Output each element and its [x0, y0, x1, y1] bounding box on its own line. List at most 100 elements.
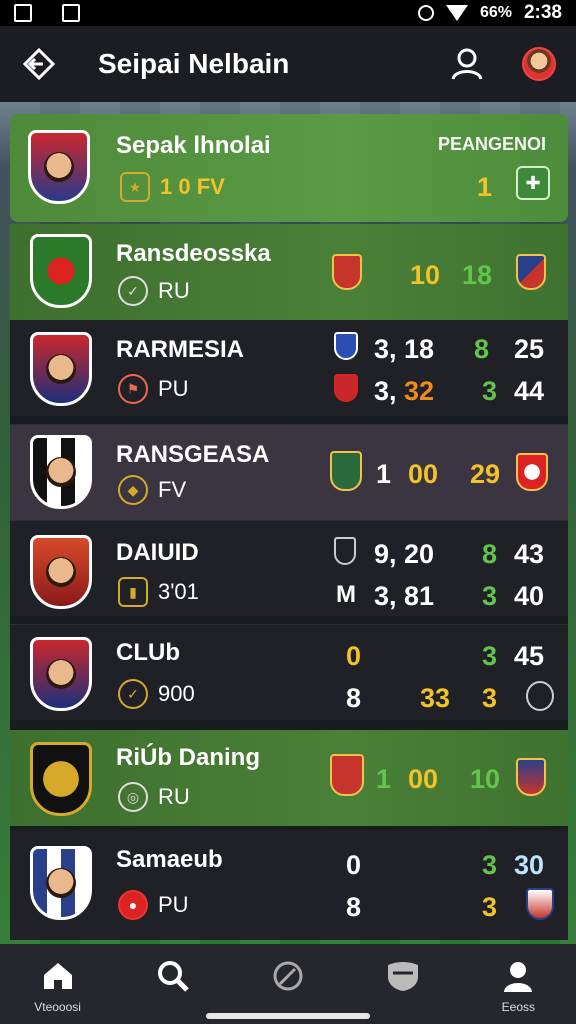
- search-icon: [155, 958, 191, 994]
- back-icon[interactable]: [20, 45, 58, 83]
- nav-matches[interactable]: [243, 958, 333, 1014]
- check-icon: ✓: [118, 679, 148, 709]
- ball-icon: ●: [118, 890, 148, 920]
- stat-value: 3: [482, 581, 498, 611]
- ball-icon: [270, 958, 306, 994]
- user-icon[interactable]: [448, 45, 486, 83]
- stat-value: 3, 81: [374, 581, 435, 611]
- team-sub: ▮ 3'01: [118, 577, 199, 607]
- opponent-crest: [334, 537, 356, 565]
- stat-value: 8: [346, 683, 362, 713]
- page-title: Seipai Nelbain: [98, 48, 290, 79]
- stat-value: 1: [376, 764, 392, 794]
- team-sub-label: RU: [158, 278, 190, 303]
- stat-value: 29: [470, 459, 501, 489]
- team-name: CLUb: [116, 639, 180, 666]
- team-sub: ⚑ PU: [118, 374, 189, 404]
- app-notification-icon: [14, 4, 32, 22]
- stat-value: 8: [346, 892, 362, 922]
- list-item[interactable]: Samaeub ● PU 0 3 30 8 3: [10, 830, 568, 940]
- stat-value: 40: [514, 581, 545, 611]
- list-item[interactable]: RiÚb Daning ◎ RU 1 00 10: [10, 730, 568, 826]
- stat-value: 10: [470, 764, 501, 794]
- nav-clubs[interactable]: [358, 958, 448, 1014]
- team-sub: ✓ RU: [118, 276, 190, 306]
- bottom-nav: Vteooosi Eeoss: [0, 944, 576, 1024]
- nav-profile[interactable]: Eeoss: [473, 958, 563, 1014]
- stat-value: 3: [482, 892, 498, 922]
- shield-icon: [385, 958, 421, 994]
- opponent-crest: [526, 888, 554, 920]
- featured-team-card[interactable]: Sepak lhnolai ★ 1 0 FV PEANGENOI 1 ✚: [10, 114, 568, 222]
- stat-prefix: M: [336, 581, 356, 608]
- team-crest: [30, 846, 92, 920]
- team-crest: [30, 332, 92, 406]
- list-item[interactable]: RANSGEASA ◆ FV 1 00 29: [10, 424, 568, 520]
- opponent-crest: [516, 453, 548, 491]
- flag-icon: ⚑: [118, 374, 148, 404]
- team-crest: [30, 637, 92, 711]
- list-item[interactable]: RARMESIA ⚑ PU 3, 18 8 25 3, 32 3 44: [10, 320, 568, 416]
- shield-icon: ◆: [118, 475, 148, 505]
- stat-value: 8: [482, 539, 498, 569]
- stat-value: 3: [482, 683, 498, 713]
- team-sub-label: 3'01: [158, 579, 199, 604]
- stat-value: 8: [474, 334, 490, 364]
- stat-value: 10: [410, 260, 441, 290]
- team-sub-label: PU: [158, 376, 189, 401]
- trophy-icon: ★: [120, 172, 150, 202]
- stat-value: 30: [514, 850, 545, 880]
- team-sub: ● PU: [118, 890, 189, 920]
- opponent-crest: [334, 332, 358, 360]
- team-crest: [30, 742, 92, 816]
- battery-level: 66%: [479, 4, 512, 21]
- opponent-crest: [330, 451, 362, 491]
- status-bar: 66% 2:38: [0, 0, 576, 26]
- stat-value: 9, 20: [374, 539, 435, 569]
- team-list: Ransdeosska ✓ RU 10 18 RARMESIA ⚑ PU 3, …: [10, 224, 568, 940]
- stat-value: 00: [408, 459, 439, 489]
- team-name: RARMESIA: [116, 336, 245, 363]
- team-sub-label: RU: [158, 784, 190, 809]
- team-name: DAIUID: [116, 539, 199, 566]
- team-name: Sepak lhnolai: [116, 132, 271, 159]
- opponent-crest: [330, 754, 364, 796]
- nav-label: Vteooosi: [34, 1000, 81, 1014]
- team-name: Ransdeosska: [116, 240, 271, 267]
- stat-value: 43: [514, 539, 545, 569]
- image-notification-icon: [62, 4, 80, 22]
- profile-icon: [500, 958, 536, 994]
- team-crest: [30, 535, 92, 609]
- team-sub: ★ 1 0 FV: [120, 172, 225, 202]
- opponent-crest: [334, 374, 358, 402]
- stat-prefix: 0: [346, 850, 362, 880]
- stat-value: 3, 32: [374, 376, 435, 406]
- list-item[interactable]: CLUb ✓ 900 0 3 45 8 33 3: [10, 624, 568, 720]
- team-sub-label: 1 0 FV: [160, 174, 225, 199]
- alarm-icon: [417, 5, 434, 21]
- league-icon: ✓: [118, 276, 148, 306]
- team-sub-label: 900: [158, 681, 195, 706]
- app-header: Seipai Nelbain: [0, 26, 576, 102]
- pitch-icon[interactable]: ✚: [516, 166, 550, 200]
- home-indicator[interactable]: [206, 1013, 370, 1019]
- home-icon: [40, 958, 76, 994]
- team-name: RiÚb Daning: [116, 744, 260, 771]
- team-crest: [30, 435, 92, 509]
- featured-label: PEANGENOI: [437, 134, 546, 154]
- stat-value: 3: [482, 641, 498, 671]
- list-item[interactable]: Ransdeosska ✓ RU 10 18: [10, 224, 568, 320]
- opponent-crest: [526, 681, 554, 711]
- clock: 2:38: [523, 2, 562, 23]
- avatar[interactable]: [522, 47, 556, 81]
- stat-value: 45: [514, 641, 545, 671]
- team-name: Samaeub: [116, 846, 223, 873]
- wifi-icon: [445, 5, 468, 21]
- team-sub: ◎ RU: [118, 782, 190, 812]
- list-item[interactable]: DAIUID ▮ 3'01 9, 20 8 43 M 3, 81 3 40: [10, 520, 568, 616]
- nav-home[interactable]: Vteooosi: [13, 958, 103, 1014]
- team-sub-label: FV: [158, 477, 187, 502]
- nav-search[interactable]: [128, 958, 218, 1014]
- opponent-crest: [516, 758, 546, 796]
- stat-value: 44: [514, 376, 545, 406]
